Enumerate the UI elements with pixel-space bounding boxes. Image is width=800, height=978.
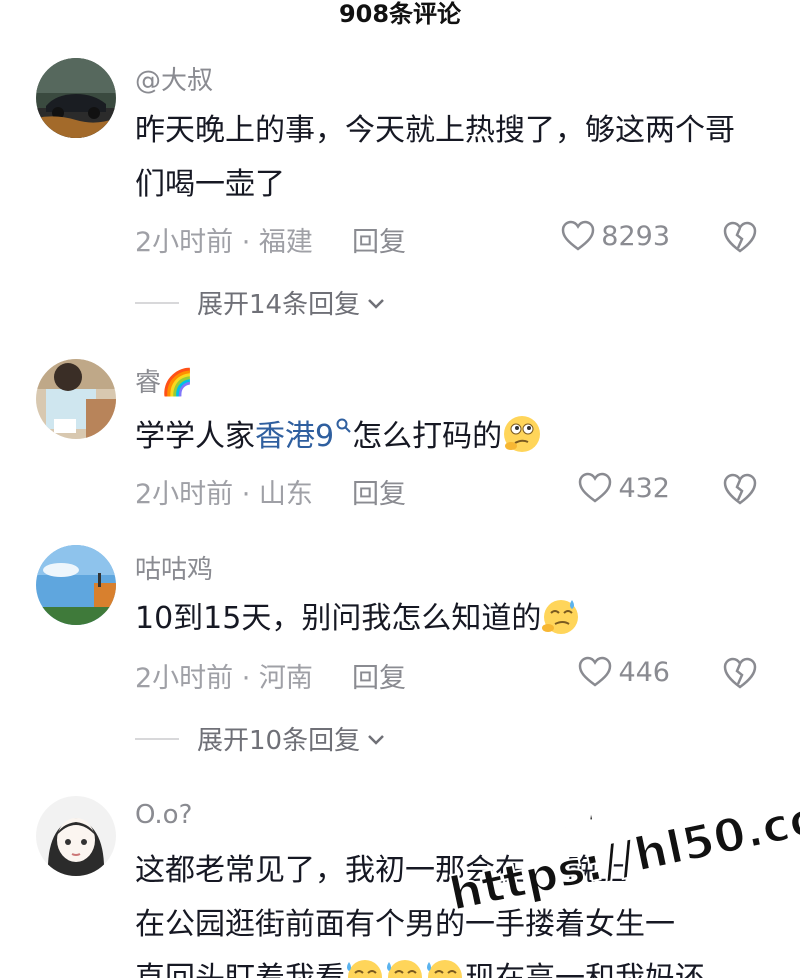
hot-face-emoji-icon: [387, 960, 422, 978]
avatar[interactable]: [36, 796, 116, 876]
comment-text-part: 晚上: [567, 853, 627, 888]
comment-text-part: 直回头盯着我看: [135, 961, 345, 978]
comment-text-part: 这都老常见了，我初一那会在: [135, 853, 525, 888]
comment-text-line: 直回头盯着我看 现在高一和我妈还: [135, 952, 780, 978]
comment-text-line: 这都老常见了，我初一那会在 晚上: [135, 844, 780, 898]
hot-face-emoji-icon: [347, 960, 382, 978]
username[interactable]: O.o?: [135, 800, 192, 830]
comment-text-part: 现在高一和我妈还: [465, 961, 705, 978]
comment-item: O.o? 这都老常见了，我初一那会在 晚上 在公园逛街前面有个男的一手搂着女生一 …: [0, 0, 800, 978]
comment-text: 这都老常见了，我初一那会在 晚上 在公园逛街前面有个男的一手搂着女生一 直回头盯着…: [135, 844, 780, 978]
hot-face-emoji-icon: [427, 960, 462, 978]
comment-text-line: 在公园逛街前面有个男的一手搂着女生一: [135, 907, 675, 942]
